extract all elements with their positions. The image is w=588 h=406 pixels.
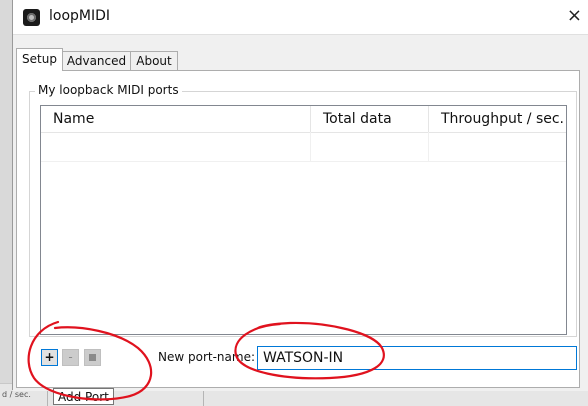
loopmidi-app-icon xyxy=(23,9,40,26)
title-bar[interactable]: loopMIDI × xyxy=(13,0,588,34)
background-text-fragment: d / sec. xyxy=(2,390,31,399)
add-port-button[interactable]: + xyxy=(41,349,58,366)
tab-about[interactable]: About xyxy=(130,51,178,70)
list-cell-name xyxy=(41,132,311,161)
new-port-name-input[interactable] xyxy=(257,346,577,370)
list-item[interactable] xyxy=(41,132,566,162)
ports-groupbox: My loopback MIDI ports Name Total data T… xyxy=(29,83,577,337)
column-header-throughput[interactable]: Throughput / sec. xyxy=(429,106,566,132)
tab-advanced[interactable]: Advanced xyxy=(62,51,131,70)
ports-list-header: Name Total data Throughput / sec. xyxy=(41,106,566,133)
window-title: loopMIDI xyxy=(49,8,111,24)
list-cell-throughput xyxy=(429,132,566,161)
stop-port-button[interactable] xyxy=(84,349,101,366)
client-area: Setup Advanced About My loopback MIDI po… xyxy=(13,34,588,391)
column-header-name[interactable]: Name xyxy=(41,106,311,132)
column-header-total-data[interactable]: Total data xyxy=(311,106,429,132)
add-port-tooltip: Add Port xyxy=(53,388,114,405)
new-port-name-label: New port-name: xyxy=(158,350,255,364)
ports-list[interactable]: Name Total data Throughput / sec. xyxy=(40,105,567,335)
list-cell-total-data xyxy=(311,132,429,161)
setup-tab-panel: My loopback MIDI ports Name Total data T… xyxy=(16,70,580,388)
close-icon[interactable]: × xyxy=(567,4,582,28)
ports-groupbox-label: My loopback MIDI ports xyxy=(35,83,182,97)
stop-icon xyxy=(89,354,96,361)
loopmidi-window: loopMIDI × Setup Advanced About My loopb… xyxy=(12,0,588,391)
tab-setup[interactable]: Setup xyxy=(16,48,63,71)
remove-port-button[interactable]: - xyxy=(62,349,79,366)
